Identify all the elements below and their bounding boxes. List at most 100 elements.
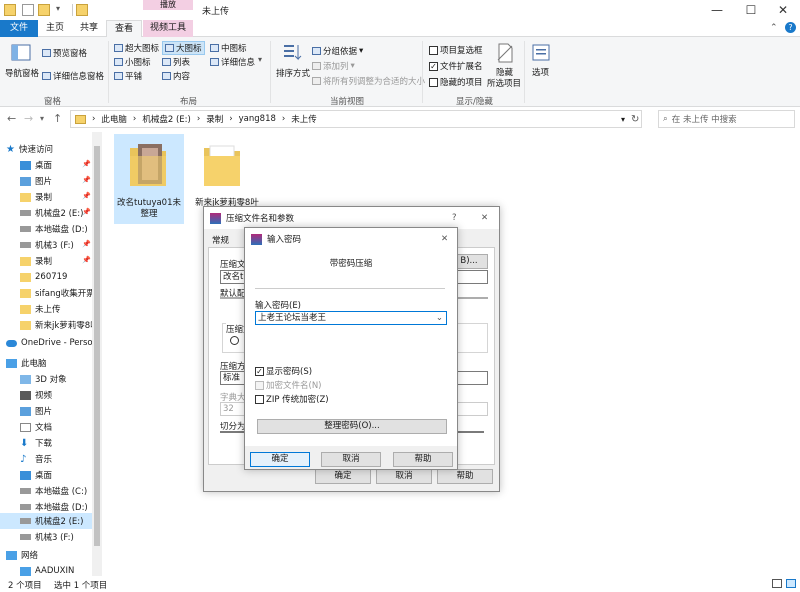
format-radio[interactable] — [230, 336, 239, 345]
layout-xl-icons[interactable]: 超大图标 — [114, 42, 159, 54]
tab-video-tools[interactable]: 视频工具 — [143, 20, 193, 37]
options-button[interactable]: 选项 — [532, 66, 549, 78]
layout-more-icon[interactable]: ▾ — [258, 55, 262, 64]
details-pane-button[interactable]: 详细信息窗格 — [42, 70, 104, 82]
nav-downloads[interactable]: ⬇ 下载 — [20, 435, 102, 451]
tab-view[interactable]: 查看 — [106, 20, 142, 38]
hidden-items-checkbox[interactable] — [429, 77, 438, 87]
compress-help-button[interactable]: 帮助 — [437, 469, 493, 484]
file-extensions-checkbox[interactable]: ✓ — [429, 61, 438, 71]
refresh-icon[interactable]: ↻ — [631, 114, 639, 125]
layout-tiles[interactable]: 平铺 — [114, 70, 142, 82]
zip-legacy-option[interactable]: ZIP 传统加密(Z) — [255, 393, 329, 405]
organize-passwords-button[interactable]: 整理密码(O)... — [257, 419, 447, 434]
hide-selected-label-2[interactable]: 所选项目 — [487, 77, 521, 89]
layout-list[interactable]: 列表 — [162, 56, 190, 68]
password-input[interactable]: 上老王论坛当老王 ⌄ — [255, 311, 447, 325]
nav-scrollbar[interactable] — [92, 132, 102, 576]
forward-arrow-icon[interactable]: → — [24, 112, 33, 125]
add-column-button[interactable]: 添加列 ▾ — [312, 60, 355, 72]
preview-pane-button[interactable]: 预览窗格 — [42, 47, 87, 59]
pin-icon[interactable]: 📌 — [82, 160, 91, 168]
show-password-option[interactable]: ✓ 显示密码(S) — [255, 365, 312, 377]
breadcrumb-yang818[interactable]: yang818 — [239, 114, 276, 124]
layout-large-icons[interactable]: 大图标 — [162, 41, 205, 55]
hidden-items-toggle[interactable]: 隐藏的项目 — [429, 76, 483, 88]
address-dropdown-icon[interactable]: ▾ — [621, 115, 625, 124]
breadcrumb-drive-e[interactable]: 机械盘2 (E:) — [142, 113, 190, 125]
large-icons-view-icon[interactable] — [786, 579, 796, 588]
ribbon-collapse-icon[interactable]: ⌃ — [770, 23, 778, 33]
encrypt-names-option[interactable]: 加密文件名(N) — [255, 379, 322, 391]
customize-dropdown-icon[interactable]: ▾ — [56, 4, 68, 16]
encrypt-names-checkbox[interactable] — [255, 380, 264, 390]
minimize-button[interactable]: — — [700, 0, 734, 20]
breadcrumb-current[interactable]: 未上传 — [291, 113, 317, 125]
tab-general[interactable]: 常规 — [212, 234, 229, 246]
pin-icon[interactable]: 📌 — [82, 176, 91, 184]
layout-small-icons[interactable]: 小图标 — [114, 56, 151, 68]
nav-desktop-2[interactable]: 桌面 — [20, 467, 102, 483]
details-view-icon[interactable] — [772, 579, 782, 588]
breadcrumb-recordings[interactable]: 录制 — [206, 113, 223, 125]
nav-drive-c[interactable]: 本地磁盘 (C:) — [20, 483, 102, 499]
password-cancel-button[interactable]: 取消 — [321, 452, 381, 467]
address-bar[interactable]: › 此电脑 › 机械盘2 (E:) › 录制 › yang818 › 未上传 ▾… — [70, 110, 642, 128]
close-icon[interactable]: ✕ — [441, 234, 448, 244]
nav-folder-260719[interactable]: 260719 — [20, 269, 102, 285]
pin-icon[interactable]: 📌 — [82, 256, 91, 264]
fit-columns-button[interactable]: 将所有列调整为合适的大小 — [312, 75, 425, 87]
tab-home[interactable]: 主页 — [40, 20, 70, 37]
tab-share[interactable]: 共享 — [72, 20, 106, 37]
folder-with-thumbnail-icon[interactable] — [128, 140, 168, 188]
tab-file[interactable]: 文件 — [0, 20, 38, 37]
nav-folder-jk[interactable]: 新来jk萝莉零8叶 — [20, 317, 102, 333]
layout-details[interactable]: 详细信息 — [210, 56, 255, 68]
maximize-button[interactable]: ☐ — [734, 0, 768, 20]
chevron-down-icon[interactable]: ⌄ — [436, 312, 443, 324]
file-extensions-toggle[interactable]: ✓ 文件扩展名 — [429, 60, 483, 72]
back-arrow-icon[interactable]: ← — [7, 112, 16, 125]
up-arrow-icon[interactable]: ↑ — [53, 112, 62, 125]
nav-folder-not-uploaded[interactable]: 未上传 — [20, 301, 102, 317]
pin-icon[interactable]: 📌 — [82, 208, 91, 216]
zip-legacy-checkbox[interactable] — [255, 394, 264, 404]
group-by-button[interactable]: 分组依据 ▾ — [312, 45, 363, 57]
compress-cancel-button[interactable]: 取消 — [376, 469, 432, 484]
password-ok-button[interactable]: 确定 — [250, 452, 310, 467]
nav-drive-d[interactable]: 本地磁盘 (D:) — [20, 221, 102, 237]
nav-aaduxin[interactable]: AADUXIN — [20, 563, 102, 576]
properties-icon[interactable] — [22, 4, 34, 16]
close-button[interactable]: ✕ — [766, 0, 800, 20]
layout-medium-icons[interactable]: 中图标 — [210, 42, 247, 54]
nav-videos[interactable]: 视频 — [20, 387, 102, 403]
nav-scrollbar-thumb[interactable] — [94, 146, 100, 546]
pin-icon[interactable]: 📌 — [82, 192, 91, 200]
search-input[interactable]: ⌕ 在 未上传 中搜索 — [658, 110, 795, 128]
help-icon[interactable]: ? — [785, 22, 796, 33]
recent-dropdown-icon[interactable]: ▾ — [40, 114, 44, 123]
nav-drive-e-2[interactable]: 机械盘2 (E:) — [0, 513, 92, 529]
close-icon[interactable]: ✕ — [481, 213, 488, 223]
nav-onedrive[interactable]: OneDrive - Perso — [6, 335, 102, 351]
layout-content[interactable]: 内容 — [162, 70, 190, 82]
pin-icon[interactable]: 📌 — [82, 240, 91, 248]
show-password-checkbox[interactable]: ✓ — [255, 366, 264, 376]
folder-icon[interactable] — [202, 140, 242, 188]
new-folder-icon[interactable] — [38, 4, 50, 16]
breadcrumb-this-pc[interactable]: 此电脑 — [101, 113, 127, 125]
nav-documents[interactable]: 文档 — [20, 419, 102, 435]
nav-network[interactable]: 网络 — [6, 547, 102, 563]
help-button[interactable]: ? — [452, 213, 457, 223]
compress-ok-button[interactable]: 确定 — [315, 469, 371, 484]
nav-3d-objects[interactable]: 3D 对象 — [20, 371, 102, 387]
password-help-button[interactable]: 帮助 — [393, 452, 453, 467]
nav-pictures-2[interactable]: 图片 — [20, 403, 102, 419]
item-checkboxes-toggle[interactable]: 项目复选框 — [429, 44, 483, 56]
item-checkboxes-checkbox[interactable] — [429, 45, 438, 55]
sort-button[interactable]: 排序方式 — [276, 67, 310, 79]
nav-folder-sifang[interactable]: sifang收集开票 — [20, 285, 102, 301]
nav-this-pc[interactable]: 此电脑 — [6, 355, 102, 371]
nav-pane-button[interactable]: 导航窗格 — [5, 67, 39, 79]
nav-music[interactable]: ♪ 音乐 — [20, 451, 102, 467]
